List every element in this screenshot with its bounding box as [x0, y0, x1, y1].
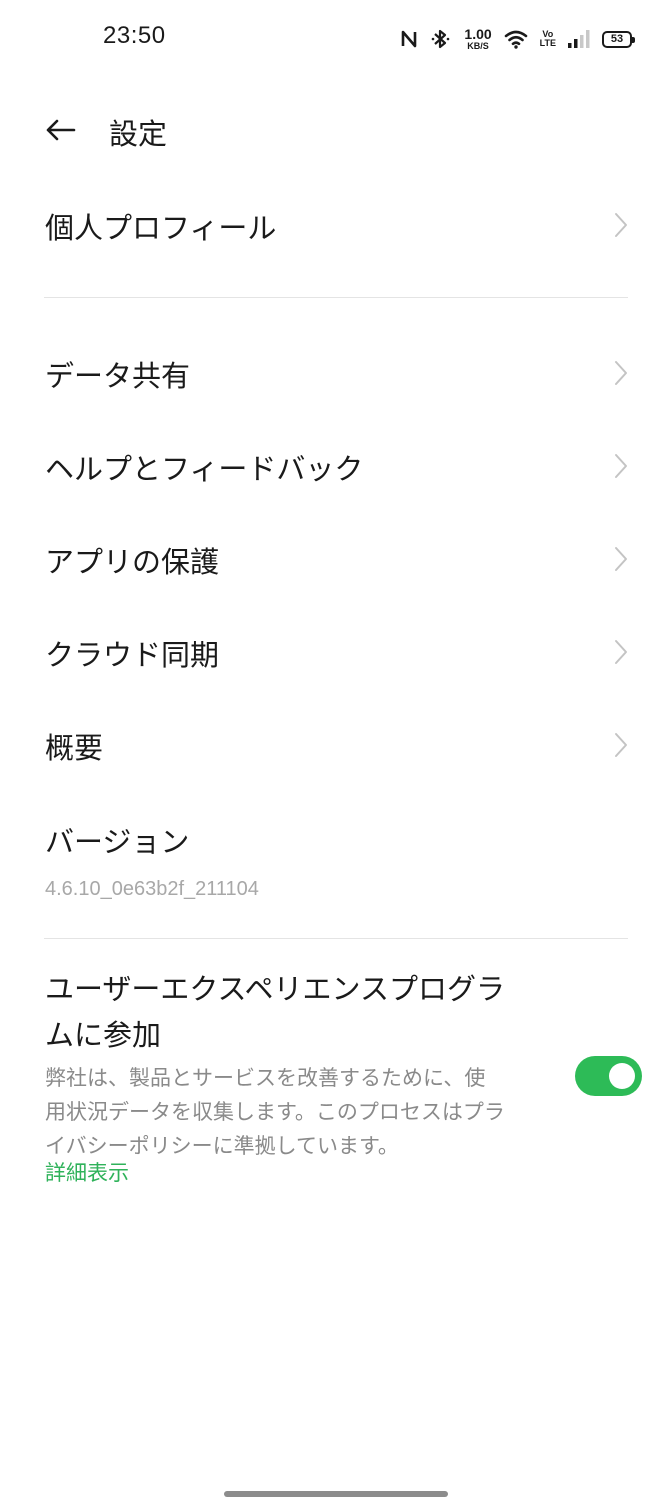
wifi-icon: [504, 29, 528, 49]
menu-item-label: クラウド同期: [45, 638, 220, 672]
menu-item-cloud-sync[interactable]: クラウド同期: [0, 617, 672, 687]
menu-item-label: データ共有: [45, 359, 191, 393]
menu-item-data-sharing[interactable]: データ共有: [0, 338, 672, 408]
version-value: 4.6.10_0e63b2f_211104: [45, 878, 259, 900]
network-speed-value: 1.00: [464, 26, 492, 42]
page-title: 設定: [109, 117, 168, 151]
menu-item-label: 概要: [45, 731, 104, 765]
divider: [44, 297, 628, 298]
network-speed: 1.00 KB/S: [464, 27, 491, 51]
version-label: バージョン: [45, 825, 190, 859]
menu-item-about[interactable]: 概要: [0, 710, 672, 780]
chevron-right-icon: [615, 640, 627, 664]
status-bar: 23:50 1.00 KB/S Vo LTE 53: [0, 0, 672, 78]
menu-item-profile[interactable]: 個人プロフィール: [0, 190, 672, 260]
header: 設定: [0, 100, 672, 160]
volte-bottom: LTE: [539, 38, 556, 48]
menu-item-label: アプリの保護: [45, 545, 220, 579]
divider: [44, 938, 628, 939]
ux-program-title: ユーザーエクスペリエンスプログラムに参加: [45, 972, 505, 1052]
volte-indicator: Vo LTE: [540, 30, 556, 48]
chevron-right-icon: [615, 361, 627, 385]
menu-item-label: 個人プロフィール: [45, 211, 277, 245]
details-link[interactable]: 詳細表示: [45, 1157, 129, 1187]
menu-item-help-feedback[interactable]: ヘルプとフィードバック: [0, 431, 672, 501]
chevron-right-icon: [615, 547, 627, 571]
ux-program-description: 弊社は、製品とサービスを改善するために、使用状況データを収集します。このプロセス…: [45, 1066, 505, 1158]
status-time: 23:50: [103, 22, 166, 49]
back-button[interactable]: [40, 110, 80, 150]
chevron-right-icon: [615, 213, 627, 237]
nfc-icon: [400, 29, 418, 49]
menu-item-label: ヘルプとフィードバック: [45, 452, 364, 486]
battery-indicator: 53: [602, 30, 635, 48]
chevron-right-icon: [615, 454, 627, 478]
toggle-knob: [609, 1063, 635, 1089]
version-row: バージョン: [0, 804, 672, 874]
ux-program-toggle[interactable]: [575, 1056, 642, 1096]
chevron-right-icon: [615, 733, 627, 757]
menu-item-app-protection[interactable]: アプリの保護: [0, 524, 672, 594]
arrow-left-icon: [46, 119, 76, 141]
bluetooth-icon: [430, 28, 452, 50]
signal-icon: [568, 29, 590, 49]
status-icons: 1.00 KB/S Vo LTE 53: [400, 24, 635, 54]
home-indicator[interactable]: [224, 1491, 448, 1497]
network-speed-unit: KB/S: [467, 41, 489, 51]
